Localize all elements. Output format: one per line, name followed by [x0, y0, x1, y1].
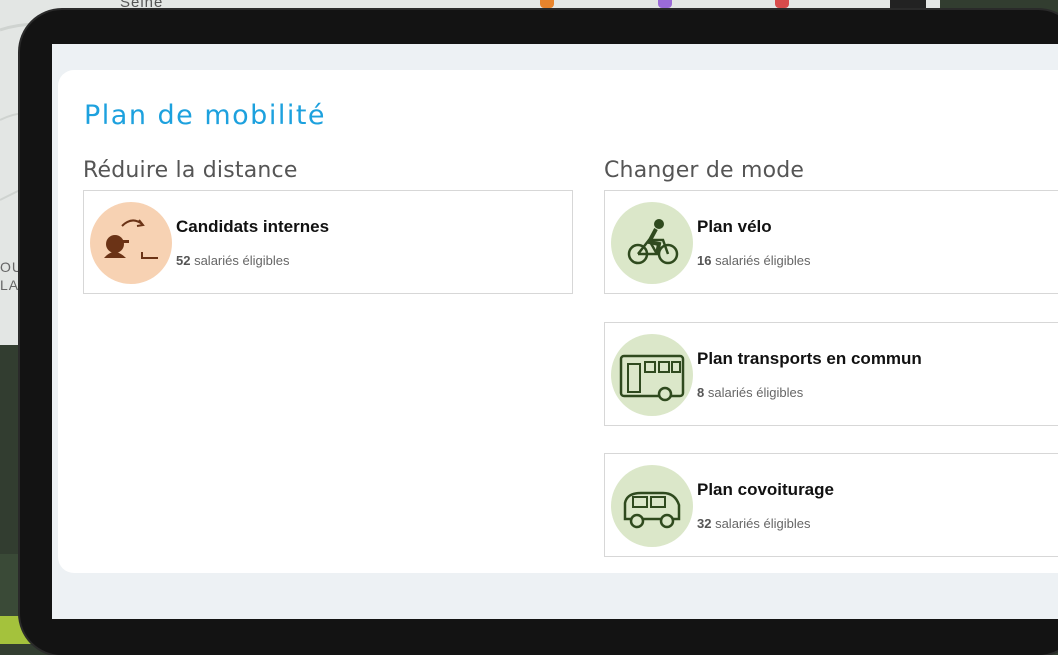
plan-count: 32	[697, 516, 712, 531]
plan-eligible: 16 salariés éligibles	[697, 253, 810, 268]
plan-count-suffix: salariés éligibles	[704, 385, 804, 400]
plan-card-public-transport[interactable]: Plan transports en commun 8 salariés éli…	[604, 322, 1058, 426]
plan-count-suffix: salariés éligibles	[711, 253, 811, 268]
section-title-mode: Changer de mode	[604, 158, 805, 183]
car-icon	[611, 465, 693, 547]
person-relocation-icon	[90, 202, 172, 284]
bicycle-icon	[611, 202, 693, 284]
plan-name: Plan transports en commun	[697, 349, 922, 368]
mobility-plan-panel: Plan de mobilité Réduire la distance Cha…	[58, 70, 1058, 573]
plan-name: Plan covoiturage	[697, 480, 834, 499]
map-side-label: OU LA	[0, 259, 23, 293]
map-control	[890, 0, 926, 10]
plan-eligible: 52 salariés éligibles	[176, 253, 289, 268]
plan-name: Candidats internes	[176, 217, 330, 236]
bus-icon	[611, 334, 693, 416]
plan-name: Plan vélo	[697, 217, 772, 236]
plan-card-internal-candidates[interactable]: Candidats internes 52 salariés éligibles	[83, 190, 573, 294]
plan-count: 52	[176, 253, 191, 268]
plan-card-bike[interactable]: Plan vélo 16 salariés éligibles	[604, 190, 1058, 294]
tablet-frame: Plan de mobilité Réduire la distance Cha…	[20, 10, 1058, 655]
plan-eligible: 32 salariés éligibles	[697, 516, 810, 531]
page-title: Plan de mobilité	[84, 100, 327, 131]
plan-count: 16	[697, 253, 712, 268]
section-title-reduce: Réduire la distance	[83, 158, 298, 183]
plan-count-suffix: salariés éligibles	[711, 516, 811, 531]
map-marker-red	[775, 0, 789, 8]
plan-eligible: 8 salariés éligibles	[697, 385, 803, 400]
map-marker-orange	[540, 0, 554, 8]
plan-card-carpool[interactable]: Plan covoiturage 32 salariés éligibles	[604, 453, 1058, 557]
map-marker-purple	[658, 0, 672, 8]
plan-count-suffix: salariés éligibles	[190, 253, 290, 268]
tablet-screen: Plan de mobilité Réduire la distance Cha…	[52, 44, 1058, 619]
